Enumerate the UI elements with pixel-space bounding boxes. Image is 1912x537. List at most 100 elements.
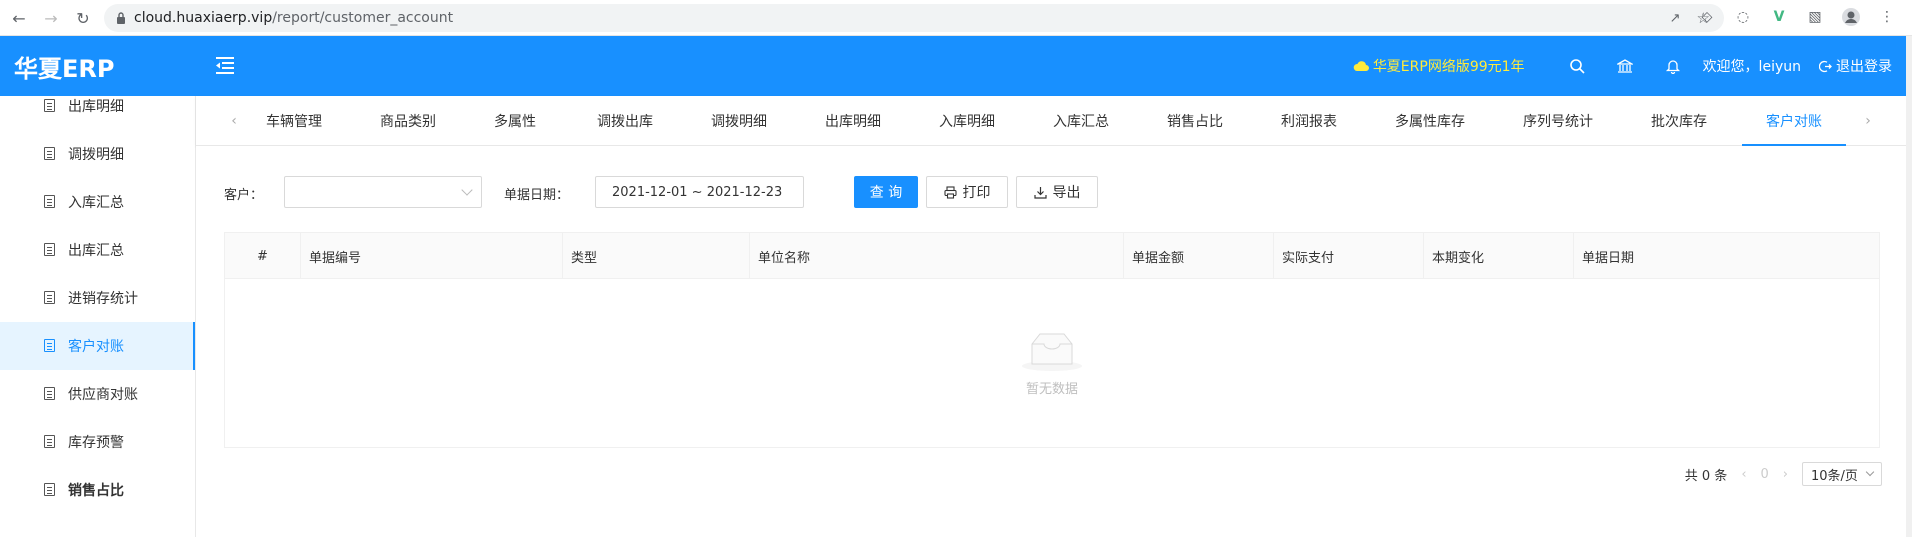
report-content: 客户： 单据日期： 2021-12-01 ~ 2021-12-23 查 询 打印…	[196, 146, 1912, 537]
back-icon[interactable]: ←	[6, 5, 32, 31]
document-icon	[44, 195, 55, 208]
column-header-doc-amount: 单据金额	[1124, 233, 1274, 279]
sidebar-item-sales-share[interactable]: 销售占比	[0, 466, 195, 514]
customer-select[interactable]	[284, 176, 482, 208]
sidebar-item-label: 调拨明细	[68, 147, 124, 163]
logout-label: 退出登录	[1836, 59, 1892, 75]
welcome-text: 欢迎您，leiyun	[1702, 59, 1801, 75]
sidebar-item-outbound-summary[interactable]: 出库汇总	[0, 226, 195, 274]
sidebar-item-transfer-detail[interactable]: 调拨明细	[0, 130, 195, 178]
tab-bar: ‹ 车辆管理 商品类别 多属性 调拨出库 调拨明细 出库明细 入库明细 入库汇总…	[196, 96, 1912, 146]
next-page-icon[interactable]: ›	[1783, 467, 1788, 482]
page-number[interactable]: 0	[1761, 467, 1769, 482]
column-header-actual-paid: 实际支付	[1274, 233, 1424, 279]
print-button[interactable]: 打印	[926, 176, 1008, 208]
export-button-label: 导出	[1052, 185, 1081, 201]
tab-inbound-summary[interactable]: 入库汇总	[1048, 96, 1114, 146]
empty-state: 暂无数据	[225, 279, 1879, 447]
browser-menu-icon[interactable]: ⋮	[1876, 6, 1898, 28]
bank-icon[interactable]	[1601, 36, 1649, 96]
menu-fold-icon[interactable]	[214, 54, 236, 76]
page-size-value: 10条/页	[1811, 468, 1858, 484]
puzzle-icon[interactable]: ▧	[1804, 6, 1826, 28]
vue-devtools-icon[interactable]: V	[1768, 6, 1790, 28]
search-icon[interactable]	[1553, 36, 1601, 96]
tab-customer-account[interactable]: 客户对账	[1742, 96, 1846, 146]
document-icon	[44, 99, 55, 112]
app-header: 华夏ERP 华夏ERP网络版99元1年 欢迎您，leiyun 退出登录	[0, 36, 1906, 96]
document-icon	[44, 339, 55, 352]
document-icon	[44, 147, 55, 160]
query-button[interactable]: 查 询	[854, 176, 918, 208]
address-bar[interactable]: cloud.huaxiaerp.vip/report/customer_acco…	[104, 4, 1724, 32]
customer-filter-label: 客户：	[224, 188, 264, 203]
column-header-type: 类型	[563, 233, 750, 279]
sidebar-item-inbound-summary[interactable]: 入库汇总	[0, 178, 195, 226]
tab-profit-report[interactable]: 利润报表	[1276, 96, 1342, 146]
sidebar-item-label: 销售占比	[68, 483, 124, 499]
sidebar-item-supplier-account[interactable]: 供应商对账	[0, 370, 195, 418]
document-icon	[44, 435, 55, 448]
url-path: /report/customer_account	[272, 10, 454, 26]
column-header-period-change: 本期变化	[1424, 233, 1574, 279]
sidebar-item-label: 出库汇总	[68, 243, 124, 259]
tab-vehicle-management[interactable]: 车辆管理	[256, 96, 332, 146]
tab-attributes[interactable]: 多属性	[484, 96, 546, 146]
lock-icon	[117, 12, 125, 24]
sidebar: 出库明细 调拨明细 入库汇总 出库汇总 进销存统计 客户对账 供应商对账 库存预…	[0, 96, 196, 537]
page-size-select[interactable]: 10条/页	[1802, 462, 1882, 486]
logout-button[interactable]: 退出登录	[1819, 56, 1892, 76]
tab-attribute-stock[interactable]: 多属性库存	[1390, 96, 1470, 146]
extension-icon[interactable]: ◇	[1696, 6, 1718, 28]
sidebar-item-label: 出库明细	[68, 99, 124, 115]
chevron-down-icon	[461, 184, 473, 196]
bell-icon[interactable]	[1649, 36, 1697, 96]
empty-inbox-icon	[1022, 333, 1082, 371]
sidebar-item-stock-alert[interactable]: 库存预警	[0, 418, 195, 466]
prev-page-icon[interactable]: ‹	[1741, 467, 1746, 482]
tab-sales-share[interactable]: 销售占比	[1162, 96, 1228, 146]
tab-inbound-detail[interactable]: 入库明细	[934, 96, 1000, 146]
tab-transfer-detail[interactable]: 调拨明细	[706, 96, 772, 146]
forward-icon[interactable]: →	[38, 5, 64, 31]
tab-batch-stock[interactable]: 批次库存	[1646, 96, 1712, 146]
promo-text: 华夏ERP网络版99元1年	[1372, 59, 1525, 75]
sidebar-item-outbound-detail[interactable]: 出库明细	[0, 96, 195, 130]
sidebar-item-label: 入库汇总	[68, 195, 124, 211]
tab-product-category[interactable]: 商品类别	[370, 96, 446, 146]
sidebar-item-customer-account[interactable]: 客户对账	[0, 322, 195, 370]
document-icon	[44, 291, 55, 304]
tab-serial-stats[interactable]: 序列号统计	[1518, 96, 1598, 146]
sidebar-item-inventory-stats[interactable]: 进销存统计	[0, 274, 195, 322]
pagination: 共 0 条 ‹ 0 › 10条/页	[1685, 462, 1882, 486]
logout-icon	[1819, 60, 1832, 72]
column-header-doc-date: 单据日期	[1582, 250, 1635, 266]
promo-link[interactable]: 华夏ERP网络版99元1年	[1353, 56, 1525, 76]
share-icon[interactable]: ↗	[1670, 11, 1681, 26]
tab-scroll-left-icon[interactable]: ‹	[224, 110, 244, 132]
cloud-icon	[1353, 61, 1369, 71]
browser-toolbar: ← → ↻ cloud.huaxiaerp.vip/report/custome…	[0, 0, 1912, 36]
printer-icon	[943, 185, 957, 199]
extension-icon[interactable]: ◌	[1732, 6, 1754, 28]
export-button[interactable]: 导出	[1016, 176, 1098, 208]
download-icon	[1033, 186, 1047, 199]
sidebar-item-label: 进销存统计	[68, 291, 138, 307]
sidebar-item-label: 供应商对账	[68, 387, 138, 403]
empty-text: 暂无数据	[1025, 381, 1078, 397]
tab-outbound-detail[interactable]: 出库明细	[820, 96, 886, 146]
url-host: cloud.huaxiaerp.vip	[134, 10, 273, 26]
pagination-total: 共 0 条	[1684, 468, 1728, 484]
date-range-picker[interactable]: 2021-12-01 ~ 2021-12-23	[595, 176, 804, 208]
document-icon	[44, 483, 55, 496]
document-icon	[44, 243, 55, 256]
sidebar-item-label: 客户对账	[68, 339, 124, 355]
date-range-value: 2021-12-01 ~ 2021-12-23	[612, 184, 783, 200]
column-header-doc-number: 单据编号	[301, 233, 563, 279]
tab-scroll-right-icon[interactable]: ›	[1858, 110, 1878, 132]
tab-transfer-out[interactable]: 调拨出库	[592, 96, 658, 146]
column-header-index: #	[225, 233, 301, 279]
profile-avatar-icon[interactable]	[1840, 6, 1862, 28]
date-filter-label: 单据日期：	[504, 188, 570, 203]
reload-icon[interactable]: ↻	[70, 5, 96, 31]
